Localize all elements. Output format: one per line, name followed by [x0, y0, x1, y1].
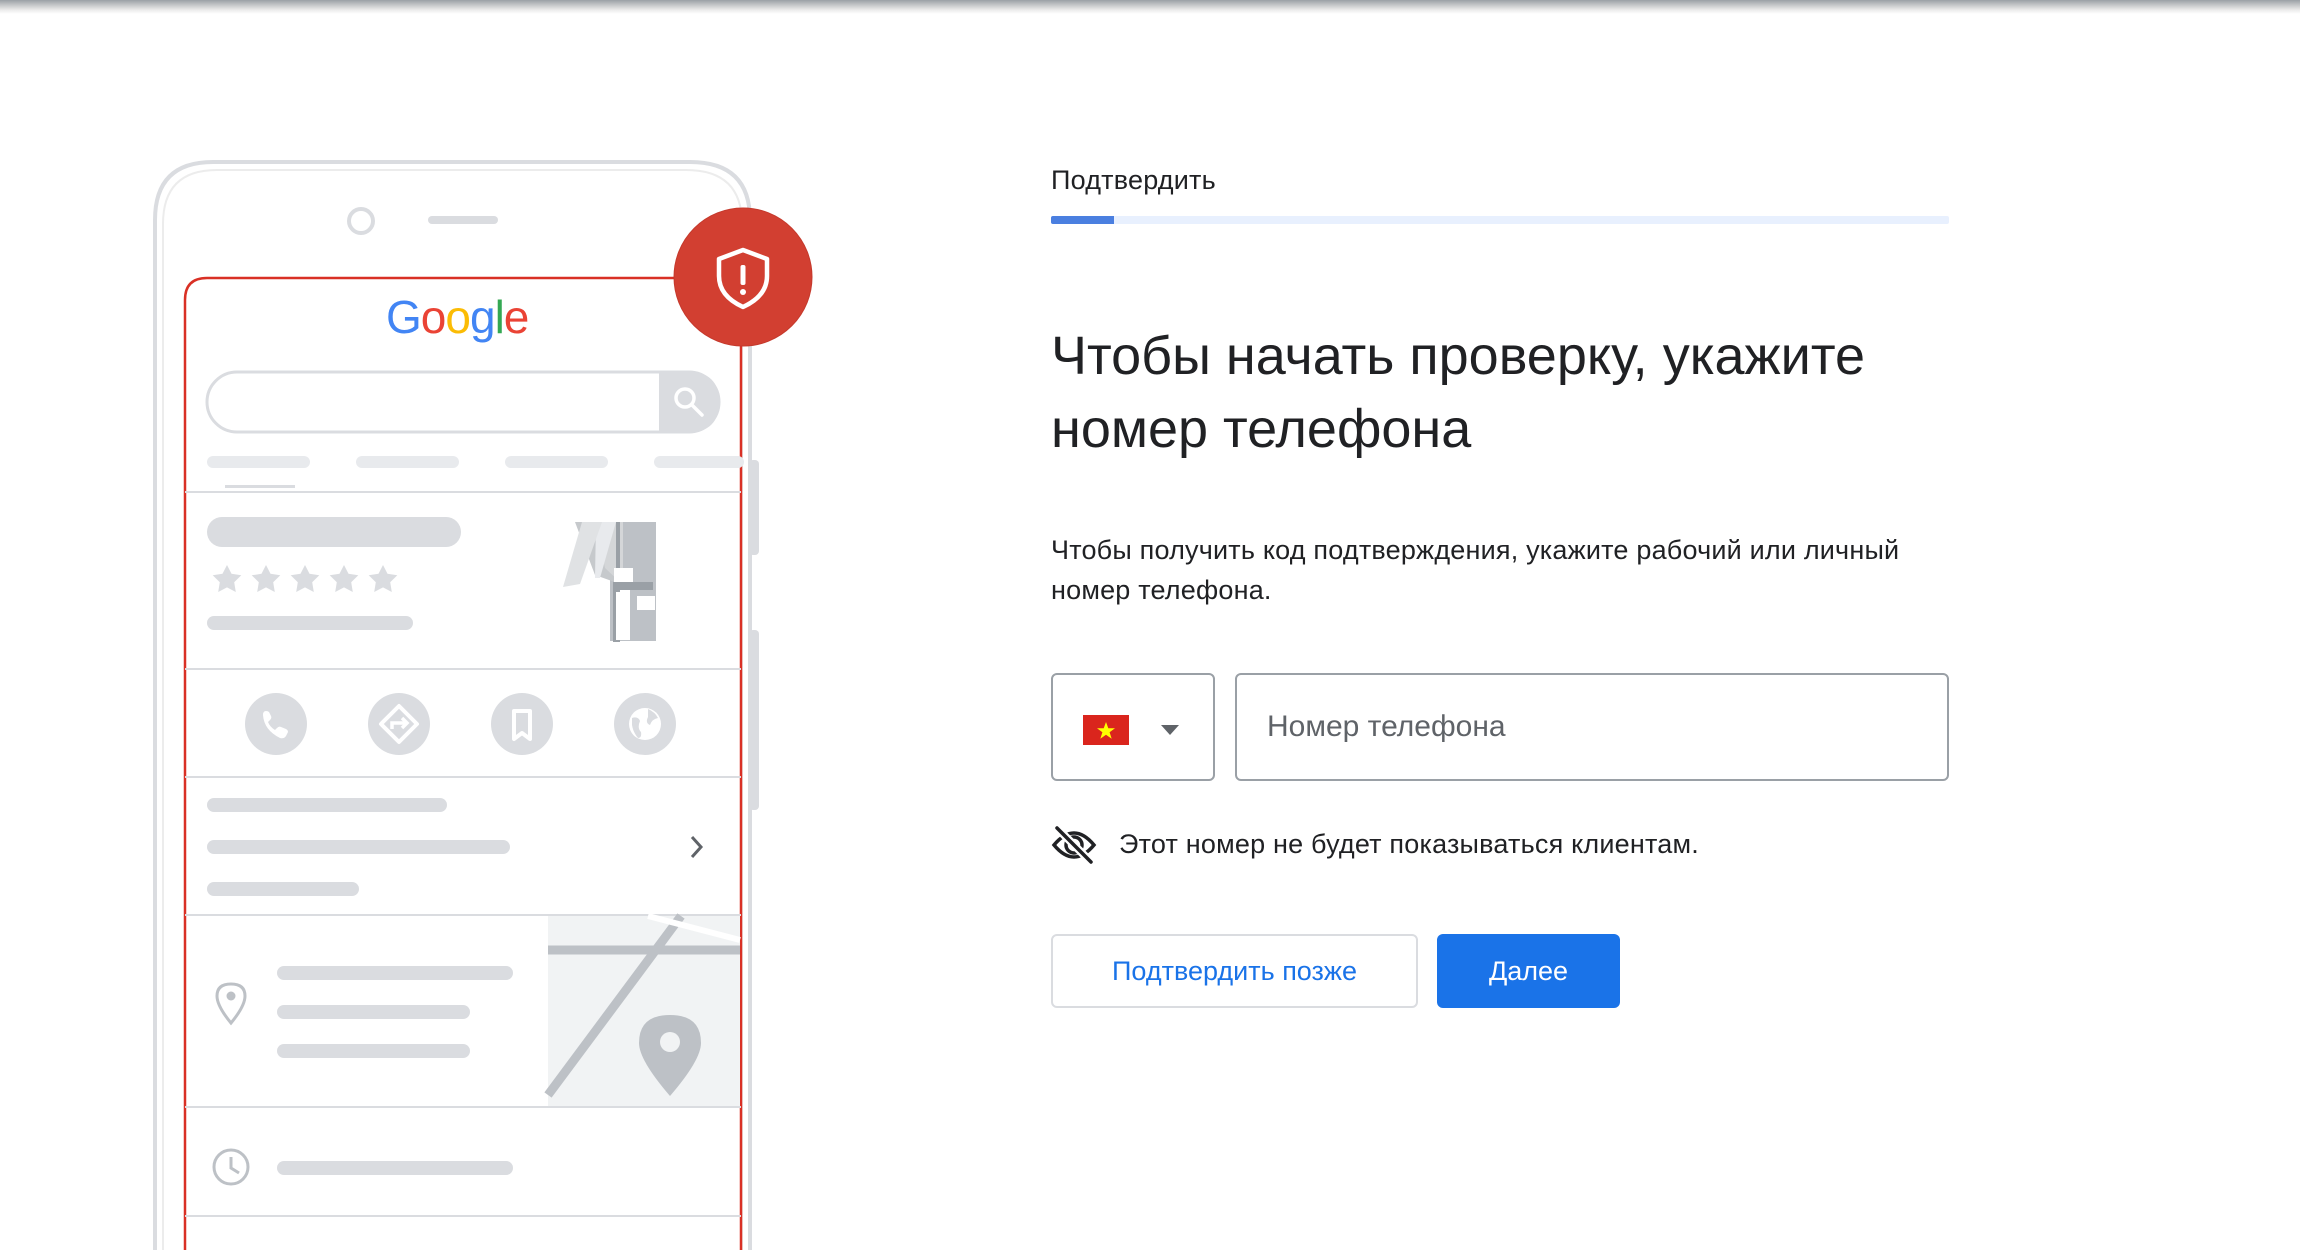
vietnam-flag-icon — [1083, 715, 1129, 745]
next-button[interactable]: Далее — [1437, 934, 1620, 1008]
verification-panel: Подтвердить Чтобы начать проверку, укажи… — [1051, 0, 1951, 1250]
privacy-note: Этот номер не будет показываться клиента… — [1051, 822, 1951, 868]
country-code-select[interactable] — [1051, 673, 1215, 781]
page-title: Чтобы начать проверку, укажите номер тел… — [1051, 326, 1865, 459]
page-description: Чтобы получить код подтверждения, укажит… — [1051, 535, 1900, 605]
step-label: Подтвердить — [1051, 165, 1216, 195]
phone-icon — [245, 693, 307, 755]
privacy-note-text: Этот номер не будет показываться клиента… — [1119, 829, 1699, 859]
phone-number-input[interactable] — [1235, 673, 1949, 781]
globe-icon — [614, 693, 676, 755]
visibility-off-icon — [1051, 825, 1097, 865]
phone-illustration: Google — [140, 150, 840, 1250]
shield-alert-badge — [673, 207, 813, 347]
progress-fill — [1051, 216, 1114, 224]
progress-bar — [1051, 216, 1949, 224]
arrow-drop-down-icon — [1161, 725, 1179, 735]
bookmark-icon — [491, 693, 553, 755]
verify-later-button[interactable]: Подтвердить позже — [1051, 934, 1418, 1008]
google-logo: Google — [386, 291, 529, 343]
directions-icon — [368, 693, 430, 755]
